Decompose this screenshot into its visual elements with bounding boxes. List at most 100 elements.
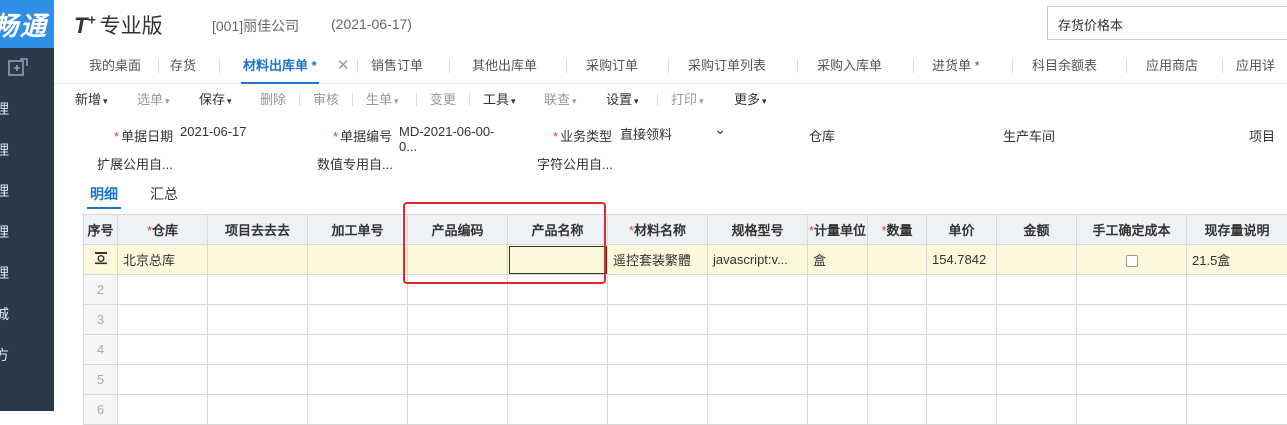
cell-manual-cost	[1077, 245, 1187, 275]
logo-text: 畅通	[0, 6, 48, 43]
login-date: (2021-06-17)	[331, 16, 412, 32]
close-icon[interactable]: ✕	[337, 48, 350, 84]
numeric-field-label: 数值专用自...	[317, 154, 393, 173]
col-header-project[interactable]: 项目去去去	[208, 215, 308, 245]
sidebar-item-5[interactable]: 理	[0, 252, 54, 293]
row-menu-icon[interactable]	[84, 245, 118, 275]
link-query-button[interactable]: 联查▾	[544, 89, 577, 108]
sidebar-item-7[interactable]: 方	[0, 334, 54, 375]
col-header-product-code[interactable]: 产品编码	[408, 215, 508, 245]
workshop-field-label: 生产车间	[1003, 126, 1055, 145]
cell-process-no[interactable]	[308, 245, 408, 275]
select-button[interactable]: 选单▾	[137, 89, 170, 108]
tab-inventory[interactable]: 存货	[170, 48, 196, 84]
chevron-down-icon: ▾	[699, 96, 704, 106]
manual-cost-checkbox[interactable]	[1126, 255, 1138, 267]
tab-stock-in[interactable]: 进货单 *	[932, 48, 980, 84]
detail-grid: 序号 *仓库 项目去去去 加工单号 产品编码 产品名称 *材料名称 规格型号 *…	[83, 214, 1287, 425]
col-header-warehouse[interactable]: *仓库	[118, 215, 208, 245]
sidebar-item-2[interactable]: 理	[0, 129, 54, 170]
audit-button[interactable]: 审核	[313, 89, 339, 108]
chevron-down-icon: ▾	[511, 96, 516, 106]
tab-purchase-inbound[interactable]: 采购入库单	[817, 48, 882, 84]
code-field-label: *单据编号	[333, 126, 392, 145]
tab-sales-order[interactable]: 销售订单	[371, 48, 423, 84]
tab-purchase-order[interactable]: 采购订单	[586, 48, 638, 84]
grid-header-row: 序号 *仓库 项目去去去 加工单号 产品编码 产品名称 *材料名称 规格型号 *…	[84, 215, 1287, 245]
col-header-index: 序号	[84, 215, 118, 245]
tab-app-detail[interactable]: 应用详	[1236, 48, 1287, 84]
print-button[interactable]: 打印▾	[671, 89, 704, 108]
cell-material-name[interactable]: 遥控套装繁體	[608, 245, 708, 275]
biztype-field-label: *业务类型	[553, 126, 612, 145]
row-number: 4	[84, 335, 118, 365]
col-header-price[interactable]: 单价	[927, 215, 997, 245]
cell-qty[interactable]	[868, 245, 927, 275]
generate-button[interactable]: 生单▾	[366, 89, 399, 108]
tab-desktop[interactable]: 我的桌面	[89, 48, 141, 84]
sidebar: 畅通 理 理 理 理 理 城 方	[0, 0, 54, 411]
col-header-unit[interactable]: *计量单位	[808, 215, 868, 245]
save-button[interactable]: 保存▾	[199, 89, 232, 108]
tools-button[interactable]: 工具▾	[483, 89, 516, 108]
chevron-down-icon: ▾	[103, 96, 108, 106]
settings-button[interactable]: 设置▾	[606, 89, 639, 108]
date-field[interactable]: 2021-06-17	[180, 124, 292, 139]
add-button[interactable]: 新增▾	[75, 89, 108, 108]
tab-summary[interactable]: 汇总	[150, 184, 178, 204]
detail-tabs: 明细 汇总	[54, 181, 1287, 211]
app-header: T+专业版 [001]丽佳公司 (2021-06-17) 存货价格本	[54, 0, 1287, 48]
sidebar-item-6[interactable]: 城	[0, 293, 54, 334]
chevron-down-icon: ▾	[634, 96, 639, 106]
cell-spec[interactable]: javascript:v...	[708, 245, 808, 275]
cell-stock-desc[interactable]: 21.5盒	[1187, 245, 1287, 275]
delete-button[interactable]: 删除	[260, 89, 286, 108]
char-field-label: 字符公用自...	[537, 154, 613, 173]
chevron-down-icon: ▾	[227, 96, 232, 106]
col-header-process-no[interactable]: 加工单号	[308, 215, 408, 245]
cell-amount[interactable]	[997, 245, 1077, 275]
sidebar-item-3[interactable]: 理	[0, 170, 54, 211]
col-header-spec[interactable]: 规格型号	[708, 215, 808, 245]
table-row: 6	[84, 395, 1287, 425]
company-name: [001]丽佳公司	[212, 16, 299, 36]
row-number: 5	[84, 365, 118, 395]
tab-material-outbound[interactable]: 材料出库单 *	[243, 48, 317, 84]
tab-account-balance[interactable]: 科目余额表	[1032, 48, 1097, 84]
chevron-down-icon: ▾	[762, 96, 767, 106]
col-header-qty[interactable]: *数量	[868, 215, 927, 245]
col-header-manual-cost[interactable]: 手工确定成本	[1077, 215, 1187, 245]
code-field[interactable]: MD-2021-06-00-0...	[399, 124, 512, 154]
tab-detail[interactable]: 明细	[90, 184, 118, 204]
chevron-down-icon: ▾	[572, 96, 577, 106]
tab-other-outbound[interactable]: 其他出库单	[472, 48, 537, 84]
cell-product-name[interactable]	[508, 245, 608, 275]
quick-add-icon[interactable]	[0, 48, 54, 88]
biztype-select[interactable]: 直接领料⌄	[620, 124, 732, 143]
table-row: 4	[84, 335, 1287, 365]
more-button[interactable]: 更多▾	[734, 89, 767, 108]
sidebar-item-4[interactable]: 理	[0, 211, 54, 252]
cell-warehouse[interactable]: 北京总库	[118, 245, 208, 275]
tab-app-store[interactable]: 应用商店	[1146, 48, 1198, 84]
cell-product-code[interactable]	[408, 245, 508, 275]
document-tabs: 我的桌面 存货 材料出库单 * ✕ 销售订单 其他出库单 采购订单 采购订单列表…	[54, 48, 1287, 84]
chevron-down-icon: ▾	[165, 96, 170, 106]
col-header-amount[interactable]: 金额	[997, 215, 1077, 245]
row-number: 3	[84, 305, 118, 335]
change-button[interactable]: 变更	[430, 89, 456, 108]
sidebar-item-1[interactable]: 理	[0, 88, 54, 129]
col-header-stock-desc[interactable]: 现存量说明	[1187, 215, 1287, 245]
date-field-label: *单据日期	[114, 126, 173, 145]
cell-price[interactable]: 154.7842	[927, 245, 997, 275]
cell-project[interactable]	[208, 245, 308, 275]
warehouse-field-label: 仓库	[809, 126, 835, 145]
col-header-product-name[interactable]: 产品名称	[508, 215, 608, 245]
col-header-material-name[interactable]: *材料名称	[608, 215, 708, 245]
product-brand: T+专业版	[74, 10, 163, 40]
table-row: 5	[84, 365, 1287, 395]
search-input[interactable]: 存货价格本	[1047, 6, 1287, 40]
app-logo: 畅通	[0, 0, 54, 48]
tab-purchase-order-list[interactable]: 采购订单列表	[688, 48, 766, 84]
cell-unit[interactable]: 盒	[808, 245, 868, 275]
